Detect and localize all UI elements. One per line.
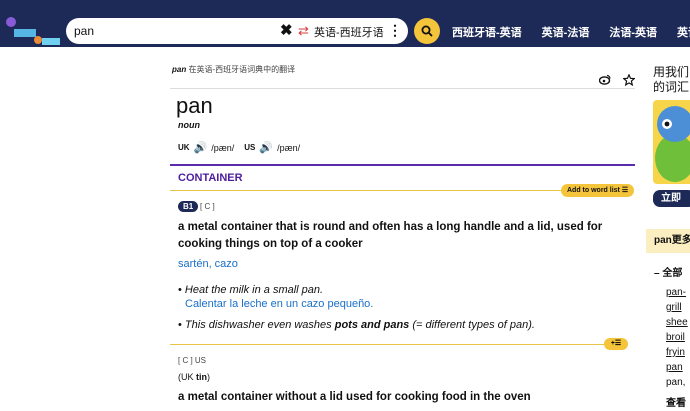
all-label: 全部 [662,268,683,279]
search-input[interactable] [74,23,274,39]
add-to-word-list-label: Add to word list [567,187,620,194]
entry-tools [598,73,636,89]
definition: a metal container that is round and ofte… [178,221,603,250]
promo-text: 用我们 的词汇 [653,65,689,95]
clear-icon[interactable]: ✖ [280,21,293,41]
logo-dot-orange [34,36,42,44]
promo-image[interactable] [653,100,690,184]
breadcrumb-text: 在英语-西班牙语词典中的翻译 [186,65,296,74]
translation[interactable]: sartén, cazo [178,258,238,270]
us-speaker-icon[interactable]: 🔊 [259,141,273,154]
definition: a metal container without a lid used for… [178,391,531,403]
breadcrumb-word: pan [172,65,187,74]
more-options-icon[interactable]: ⋮ [388,20,402,40]
add-sense-button[interactable]: +☰ [604,338,628,350]
logo-block-blue [14,29,36,37]
related-link[interactable]: pan [666,360,688,375]
nav-link-spanish-english[interactable]: 西班牙语-英语 [452,24,522,40]
example-item: • Heat the milk in a small pan. Calentar… [178,283,628,311]
uk-variant: (UK tin) [178,372,210,382]
related-link[interactable]: pan- [666,285,688,300]
site-logo[interactable] [6,17,64,47]
sense-title: CONTAINER [178,172,243,184]
sense-divider [170,164,635,166]
related-link[interactable]: grill [666,300,688,315]
sense-rule [170,190,627,191]
page: ✖ ⇄ 英语-西班牙语 ⋮ 西班牙语-英语 英语-法语 法语-英语 英语 pan… [0,0,690,411]
all-toggle[interactable]: – 全部 [654,264,682,279]
related-links: pan- grill shee broil fryin pan pan, [666,285,688,390]
pronunciation-row: UK 🔊 /pæn/ US 🔊 /pæn/ [178,141,300,154]
uk-label: UK [178,143,190,152]
favorite-star-icon[interactable] [622,73,636,89]
dictionary-entry: pan 在英语-西班牙语词典中的翻译 pan noun UK 🔊 /pæn/ U… [170,47,636,411]
weibo-share-icon[interactable] [598,74,611,89]
grammar-label: [ C ] [200,202,215,211]
dictionary-selector[interactable]: 英语-西班牙语 [314,24,384,40]
nav-link-english[interactable]: 英语 [677,24,690,40]
breadcrumb: pan 在英语-西班牙语词典中的翻译 [172,64,295,75]
example-english: Heat the milk in a small pan. [184,284,324,296]
right-sidebar: 用我们 的词汇 立即 pan更多 – 全部 pan- grill shee br… [646,47,690,411]
us-label: US [244,143,256,152]
logo-block-cyan [42,38,60,45]
promo-button[interactable]: 立即 [653,190,690,207]
dictionary-nav: 西班牙语-英语 英语-法语 法语-英语 英语 [452,24,690,40]
promo-line: 用我们 [653,65,690,79]
search-button[interactable] [414,18,440,44]
see-more-link[interactable]: 查看 [666,394,686,409]
example-item: • This dishwasher even washes pots and p… [178,319,535,331]
related-link[interactable]: pan, [666,375,688,390]
header-divider [170,88,635,89]
related-link[interactable]: fryin [666,345,688,360]
part-of-speech: noun [178,120,200,130]
related-link[interactable]: broil [666,330,688,345]
add-to-word-list-button[interactable]: Add to word list ☰ [561,184,635,197]
nav-link-french-english[interactable]: 法语-英语 [609,24,657,40]
more-translations-header: pan更多 [646,229,690,253]
search-bar: ✖ ⇄ 英语-西班牙语 ⋮ [66,18,408,44]
related-link[interactable]: shee [666,315,688,330]
grammar-label: [ C ] US [178,356,207,365]
top-navigation-bar: ✖ ⇄ 英语-西班牙语 ⋮ 西班牙语-英语 英语-法语 法语-英语 英语 [0,0,690,47]
uk-ipa: /pæn/ [211,142,235,153]
example-english: This dishwasher even washes pots and pan… [184,319,535,331]
example-translation: Calentar la leche en un cazo pequeño. [185,298,374,310]
uk-speaker-icon[interactable]: 🔊 [194,141,208,154]
us-ipa: /pæn/ [277,142,301,153]
promo-line: 的词汇 [653,80,690,94]
nav-link-english-french[interactable]: 英语-法语 [542,24,590,40]
cefr-level-badge: B1 [178,201,199,212]
list-icon: ☰ [621,187,629,194]
search-icon [421,25,433,37]
swap-languages-icon[interactable]: ⇄ [298,22,309,40]
headword: pan [176,93,213,118]
logo-dot-purple [6,17,16,27]
sense-rule [170,344,627,345]
